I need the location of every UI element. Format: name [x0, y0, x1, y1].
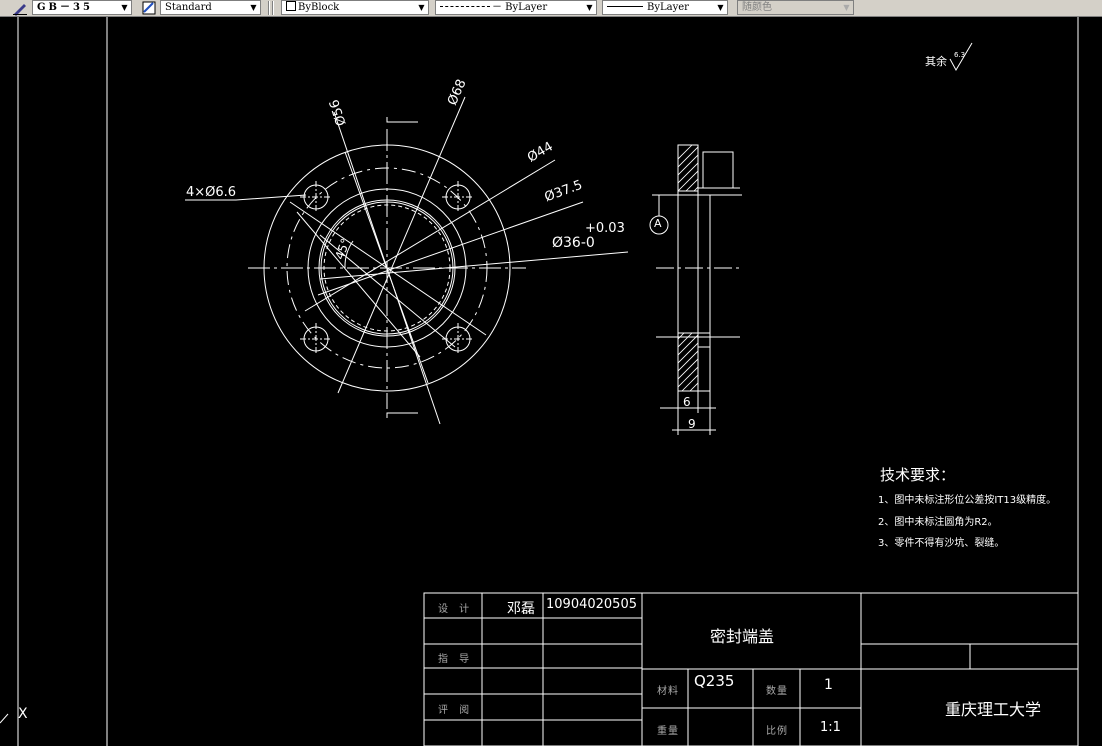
surface-finish-value: 6.3	[954, 51, 966, 59]
drawing-canvas[interactable]: 4×Ø6.6 Ø56 Ø68 Ø44 Ø37.5 Ø36-0 +0.03 45°…	[0, 17, 1102, 746]
material-value: Q235	[694, 672, 735, 690]
check-label: 指 导	[438, 654, 474, 665]
dim-tolerance: +0.03	[585, 221, 625, 236]
dim-style-icon[interactable]	[141, 0, 157, 16]
cad-drawing	[0, 17, 1079, 746]
qty-label: 数量	[766, 686, 788, 697]
tech-item-3: 3、零件不得有沙坑、裂缝。	[878, 538, 1005, 549]
tech-title: 技术要求：	[880, 466, 956, 484]
dim-holes: 4×Ø6.6	[186, 185, 237, 200]
section-mark	[386, 412, 418, 418]
toolbar-separator	[268, 1, 270, 15]
chevron-down-icon[interactable]: ▼	[714, 1, 727, 14]
linetype-dropdown[interactable]: － ByLayer ▼	[435, 0, 597, 15]
school-name: 重庆理工大学	[945, 700, 1042, 719]
material-label: 材料	[657, 686, 679, 697]
lineweight-dropdown[interactable]: ByLayer ▼	[602, 0, 728, 15]
color-swatch-icon	[286, 1, 296, 11]
rubber-seal	[702, 151, 734, 189]
dashed-line-icon	[440, 6, 490, 7]
datum-label: A	[654, 217, 662, 230]
dim-style-dropdown[interactable]: Standard ▼	[160, 0, 261, 15]
weight-label: 重量	[657, 726, 679, 737]
chevron-down-icon[interactable]: ▼	[415, 1, 428, 14]
qty-value: 1	[824, 677, 833, 693]
design-label: 设 计	[438, 604, 474, 615]
dim-width-9: 9	[688, 417, 696, 431]
section-hatch-top	[677, 144, 699, 192]
designer-name: 邓磊	[507, 601, 535, 617]
chevron-down-icon[interactable]: ▼	[247, 1, 260, 14]
tech-item-1: 1、图中未标注形位公差按IT13级精度。	[878, 495, 1057, 506]
text-style-dropdown[interactable]: GB－35 ▼	[32, 0, 132, 15]
front-view	[185, 96, 629, 425]
toolbar-separator	[272, 1, 274, 15]
chevron-down-icon[interactable]: ▼	[583, 1, 596, 14]
review-label: 评 阅	[438, 705, 474, 716]
scale-label: 比例	[766, 726, 788, 737]
dim-width-6: 6	[683, 395, 691, 409]
dim-d36: Ø36-0	[552, 235, 595, 251]
student-id: 10904020505	[546, 597, 637, 612]
chevron-down-icon[interactable]: ▼	[118, 1, 131, 14]
ucs-x-label: X	[18, 706, 28, 722]
tech-item-2: 2、图中未标注圆角为R2。	[878, 517, 998, 528]
surface-finish-label: 其余	[925, 55, 947, 68]
side-view	[649, 144, 742, 435]
color-dropdown[interactable]: ByBlock ▼	[281, 0, 429, 15]
ucs-icon	[0, 713, 9, 724]
text-style-icon[interactable]	[12, 0, 28, 16]
plot-style-dropdown[interactable]: 随颜色 ▼	[737, 0, 854, 15]
part-name: 密封端盖	[710, 627, 775, 646]
scale-value: 1:1	[820, 720, 841, 735]
properties-toolbar: GB－35 ▼ Standard ▼ ByBlock ▼ － ByLayer ▼…	[0, 0, 1102, 17]
section-mark	[386, 117, 418, 123]
solid-line-icon	[607, 6, 643, 7]
chevron-down-icon[interactable]: ▼	[840, 1, 853, 14]
